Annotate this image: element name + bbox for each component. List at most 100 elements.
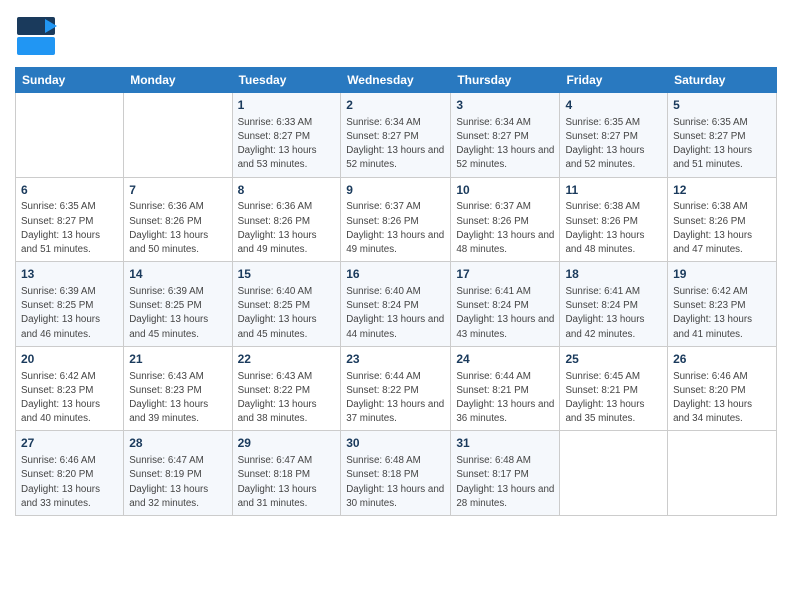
day-number: 1 <box>238 97 336 114</box>
day-number: 17 <box>456 266 554 283</box>
calendar-cell: 13 Sunrise: 6:39 AM Sunset: 8:25 PM Dayli… <box>16 262 124 347</box>
calendar-cell: 29 Sunrise: 6:47 AM Sunset: 8:18 PM Dayli… <box>232 431 341 516</box>
cell-info: Sunrise: 6:48 AM Sunset: 8:18 PM Dayligh… <box>346 454 445 511</box>
calendar-cell: 5 Sunrise: 6:35 AM Sunset: 8:27 PM Daylig… <box>668 93 777 178</box>
day-number: 3 <box>456 97 554 114</box>
calendar-cell: 12Sunrise: 6:38 AM Sunset: 8:26 PM Dayli… <box>668 177 777 262</box>
day-number: 30 <box>346 435 445 452</box>
weekday-header-friday: Friday <box>560 68 668 93</box>
day-number: 18 <box>565 266 662 283</box>
logo <box>15 15 61 59</box>
calendar-cell <box>560 431 668 516</box>
cell-info: Sunrise: 6:42 AM Sunset: 8:23 PM Dayligh… <box>21 370 118 427</box>
cell-info: Sunrise: 6:35 AM Sunset: 8:27 PM Dayligh… <box>21 200 118 257</box>
day-number: 8 <box>238 182 336 199</box>
cell-info: Sunrise: 6:48 AM Sunset: 8:17 PM Dayligh… <box>456 454 554 511</box>
cell-info: Sunrise: 6:47 AM Sunset: 8:19 PM Dayligh… <box>129 454 226 511</box>
week-row-5: 27 Sunrise: 6:46 AM Sunset: 8:20 PM Dayli… <box>16 431 777 516</box>
calendar-cell: 16Sunrise: 6:40 AM Sunset: 8:24 PM Dayli… <box>341 262 451 347</box>
calendar-cell: 8Sunrise: 6:36 AM Sunset: 8:26 PM Daylig… <box>232 177 341 262</box>
day-number: 21 <box>129 351 226 368</box>
cell-info: Sunrise: 6:43 AM Sunset: 8:22 PM Dayligh… <box>238 370 336 427</box>
calendar-cell: 19Sunrise: 6:42 AM Sunset: 8:23 PM Dayli… <box>668 262 777 347</box>
calendar-cell: 28 Sunrise: 6:47 AM Sunset: 8:19 PM Dayli… <box>124 431 232 516</box>
cell-info: Sunrise: 6:44 AM Sunset: 8:21 PM Dayligh… <box>456 370 554 427</box>
cell-info: Sunrise: 6:39 AM Sunset: 8:25 PM Dayligh… <box>21 285 118 342</box>
week-row-2: 6Sunrise: 6:35 AM Sunset: 8:27 PM Daylig… <box>16 177 777 262</box>
week-row-4: 20 Sunrise: 6:42 AM Sunset: 8:23 PM Dayli… <box>16 346 777 431</box>
day-number: 5 <box>673 97 771 114</box>
calendar-cell: 10Sunrise: 6:37 AM Sunset: 8:26 PM Dayli… <box>451 177 560 262</box>
weekday-header-thursday: Thursday <box>451 68 560 93</box>
cell-info: Sunrise: 6:36 AM Sunset: 8:26 PM Dayligh… <box>238 200 336 257</box>
calendar-cell: 23 Sunrise: 6:44 AM Sunset: 8:22 PM Dayli… <box>341 346 451 431</box>
week-row-1: 1 Sunrise: 6:33 AM Sunset: 8:27 PM Daylig… <box>16 93 777 178</box>
cell-info: Sunrise: 6:40 AM Sunset: 8:25 PM Dayligh… <box>238 285 336 342</box>
day-number: 22 <box>238 351 336 368</box>
calendar-cell: 26 Sunrise: 6:46 AM Sunset: 8:20 PM Dayli… <box>668 346 777 431</box>
cell-info: Sunrise: 6:34 AM Sunset: 8:27 PM Dayligh… <box>346 116 445 173</box>
cell-info: Sunrise: 6:45 AM Sunset: 8:21 PM Dayligh… <box>565 370 662 427</box>
cell-info: Sunrise: 6:33 AM Sunset: 8:27 PM Dayligh… <box>238 116 336 173</box>
day-number: 28 <box>129 435 226 452</box>
cell-info: Sunrise: 6:38 AM Sunset: 8:26 PM Dayligh… <box>673 200 771 257</box>
weekday-header-tuesday: Tuesday <box>232 68 341 93</box>
cell-info: Sunrise: 6:41 AM Sunset: 8:24 PM Dayligh… <box>565 285 662 342</box>
day-number: 19 <box>673 266 771 283</box>
calendar-cell <box>16 93 124 178</box>
day-number: 11 <box>565 182 662 199</box>
calendar-cell: 3 Sunrise: 6:34 AM Sunset: 8:27 PM Daylig… <box>451 93 560 178</box>
calendar-table: SundayMondayTuesdayWednesdayThursdayFrid… <box>15 67 777 516</box>
calendar-cell: 4 Sunrise: 6:35 AM Sunset: 8:27 PM Daylig… <box>560 93 668 178</box>
day-number: 23 <box>346 351 445 368</box>
calendar-cell: 24 Sunrise: 6:44 AM Sunset: 8:21 PM Dayli… <box>451 346 560 431</box>
day-number: 20 <box>21 351 118 368</box>
cell-info: Sunrise: 6:35 AM Sunset: 8:27 PM Dayligh… <box>565 116 662 173</box>
calendar-cell: 15 Sunrise: 6:40 AM Sunset: 8:25 PM Dayli… <box>232 262 341 347</box>
cell-info: Sunrise: 6:38 AM Sunset: 8:26 PM Dayligh… <box>565 200 662 257</box>
calendar-cell: 21 Sunrise: 6:43 AM Sunset: 8:23 PM Dayli… <box>124 346 232 431</box>
day-number: 4 <box>565 97 662 114</box>
cell-info: Sunrise: 6:43 AM Sunset: 8:23 PM Dayligh… <box>129 370 226 427</box>
day-number: 24 <box>456 351 554 368</box>
day-number: 2 <box>346 97 445 114</box>
calendar-cell: 6Sunrise: 6:35 AM Sunset: 8:27 PM Daylig… <box>16 177 124 262</box>
calendar-cell: 18 Sunrise: 6:41 AM Sunset: 8:24 PM Dayli… <box>560 262 668 347</box>
cell-info: Sunrise: 6:47 AM Sunset: 8:18 PM Dayligh… <box>238 454 336 511</box>
day-number: 7 <box>129 182 226 199</box>
calendar-cell: 17 Sunrise: 6:41 AM Sunset: 8:24 PM Dayli… <box>451 262 560 347</box>
calendar-cell: 30 Sunrise: 6:48 AM Sunset: 8:18 PM Dayli… <box>341 431 451 516</box>
day-number: 16 <box>346 266 445 283</box>
cell-info: Sunrise: 6:34 AM Sunset: 8:27 PM Dayligh… <box>456 116 554 173</box>
calendar-cell: 7Sunrise: 6:36 AM Sunset: 8:26 PM Daylig… <box>124 177 232 262</box>
cell-info: Sunrise: 6:46 AM Sunset: 8:20 PM Dayligh… <box>21 454 118 511</box>
page-header <box>15 10 777 59</box>
cell-info: Sunrise: 6:46 AM Sunset: 8:20 PM Dayligh… <box>673 370 771 427</box>
weekday-header-wednesday: Wednesday <box>341 68 451 93</box>
cell-info: Sunrise: 6:35 AM Sunset: 8:27 PM Dayligh… <box>673 116 771 173</box>
weekday-header-saturday: Saturday <box>668 68 777 93</box>
day-number: 29 <box>238 435 336 452</box>
cell-info: Sunrise: 6:36 AM Sunset: 8:26 PM Dayligh… <box>129 200 226 257</box>
cell-info: Sunrise: 6:44 AM Sunset: 8:22 PM Dayligh… <box>346 370 445 427</box>
calendar-cell: 11Sunrise: 6:38 AM Sunset: 8:26 PM Dayli… <box>560 177 668 262</box>
week-row-3: 13 Sunrise: 6:39 AM Sunset: 8:25 PM Dayli… <box>16 262 777 347</box>
cell-info: Sunrise: 6:41 AM Sunset: 8:24 PM Dayligh… <box>456 285 554 342</box>
calendar-cell: 2 Sunrise: 6:34 AM Sunset: 8:27 PM Daylig… <box>341 93 451 178</box>
day-number: 25 <box>565 351 662 368</box>
day-number: 15 <box>238 266 336 283</box>
cell-info: Sunrise: 6:37 AM Sunset: 8:26 PM Dayligh… <box>346 200 445 257</box>
calendar-cell: 31 Sunrise: 6:48 AM Sunset: 8:17 PM Dayli… <box>451 431 560 516</box>
calendar-cell: 14 Sunrise: 6:39 AM Sunset: 8:25 PM Dayli… <box>124 262 232 347</box>
day-number: 14 <box>129 266 226 283</box>
calendar-cell: 25 Sunrise: 6:45 AM Sunset: 8:21 PM Dayli… <box>560 346 668 431</box>
day-number: 26 <box>673 351 771 368</box>
weekday-header-monday: Monday <box>124 68 232 93</box>
calendar-cell <box>668 431 777 516</box>
day-number: 6 <box>21 182 118 199</box>
day-number: 27 <box>21 435 118 452</box>
weekday-header-row: SundayMondayTuesdayWednesdayThursdayFrid… <box>16 68 777 93</box>
cell-info: Sunrise: 6:39 AM Sunset: 8:25 PM Dayligh… <box>129 285 226 342</box>
day-number: 13 <box>21 266 118 283</box>
day-number: 31 <box>456 435 554 452</box>
